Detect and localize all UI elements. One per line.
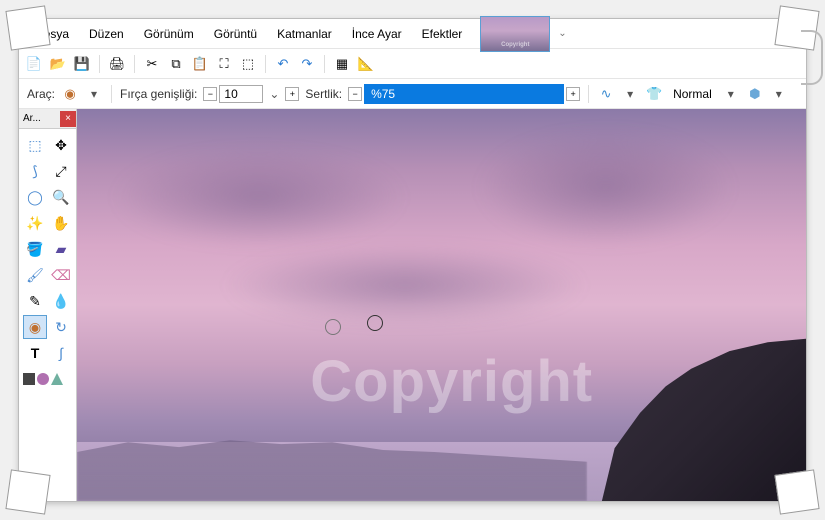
separator — [265, 55, 266, 73]
square-icon — [23, 373, 35, 385]
watermark-text: Copyright — [310, 348, 593, 415]
circle-icon — [37, 373, 49, 385]
chevron-down-icon[interactable]: ⌄ — [265, 85, 283, 103]
shapes-tool[interactable] — [19, 369, 76, 389]
increase-button[interactable]: + — [285, 87, 299, 101]
text-tool[interactable]: T — [23, 341, 47, 365]
separator — [99, 55, 100, 73]
close-icon[interactable]: × — [60, 111, 76, 127]
move-tool[interactable]: ✥ — [49, 133, 73, 157]
image-content — [113, 148, 405, 246]
hardness-stepper: − %75 + — [348, 84, 580, 104]
hardness-label: Sertlik: — [305, 87, 342, 101]
separator — [111, 85, 112, 103]
panel-title-text: Ar... — [23, 113, 41, 124]
tool-grid: ⬚ ✥ ⟆ ⤢ ◯ 🔍 ✨ ✋ 🪣 ▰ 🖌 ⌫ ✎ 💧 ◉ ↻ T ∫ — [19, 129, 76, 369]
menu-layers[interactable]: Katmanlar — [267, 23, 342, 45]
separator — [324, 55, 325, 73]
print-icon[interactable]: 🖨 — [108, 55, 126, 73]
cut-icon[interactable]: ✂ — [143, 55, 161, 73]
thumbnail-label: Copyright — [501, 42, 529, 48]
blend-mode-select[interactable]: Normal — [667, 85, 718, 103]
menu-adjust[interactable]: İnce Ayar — [342, 23, 412, 45]
menubar: Dosya Düzen Görünüm Görüntü Katmanlar İn… — [19, 19, 806, 49]
paintbrush-tool[interactable]: 🖌 — [23, 263, 47, 287]
chevron-down-icon[interactable]: ▾ — [621, 85, 639, 103]
triangle-icon — [51, 373, 63, 385]
eraser-tool[interactable]: ⌫ — [49, 263, 73, 287]
menu-view[interactable]: Görünüm — [134, 23, 204, 45]
increase-button[interactable]: + — [566, 87, 580, 101]
move-selection-tool[interactable]: ⤢ — [49, 159, 73, 183]
separator — [134, 55, 135, 73]
menu-effects[interactable]: Efektler — [412, 23, 473, 45]
more-options-icon[interactable]: ⬢ — [746, 85, 764, 103]
tool-dropdown-icon[interactable]: ▾ — [85, 85, 103, 103]
document-thumbnail[interactable]: Copyright — [480, 16, 550, 52]
chevron-down-icon[interactable]: ▾ — [770, 85, 788, 103]
magic-wand-tool[interactable]: ✨ — [23, 211, 47, 235]
undo-icon[interactable]: ↶ — [274, 55, 292, 73]
redo-icon[interactable]: ↷ — [298, 55, 316, 73]
pan-tool[interactable]: ✋ — [49, 211, 73, 235]
grid-icon[interactable]: ▦ — [333, 55, 351, 73]
lasso-tool[interactable]: ⟆ — [23, 159, 47, 183]
zoom-tool[interactable]: 🔍 — [49, 185, 73, 209]
paperclip-icon — [801, 30, 823, 85]
open-icon[interactable]: 📂 — [49, 55, 67, 73]
ellipse-select-tool[interactable]: ◯ — [23, 185, 47, 209]
blend-mode: 👕 Normal ▾ — [645, 85, 740, 103]
decorative-corner — [774, 469, 819, 514]
tools-panel: Ar... × ⬚ ✥ ⟆ ⤢ ◯ 🔍 ✨ ✋ 🪣 ▰ 🖌 ⌫ ✎ 💧 ◉ ↻ — [19, 109, 77, 501]
chevron-down-icon[interactable]: ▾ — [722, 85, 740, 103]
decorative-corner — [5, 469, 50, 514]
save-icon[interactable]: 💾 — [73, 55, 91, 73]
main-toolbar: 📄 📂 💾 🖨 ✂ ⧉ 📋 ⛶ ⬚ ↶ ↷ ▦ 📐 — [19, 49, 806, 79]
tool-options-bar: Araç: ◉ ▾ Fırça genişliği: − ⌄ + Sertlik… — [19, 79, 806, 109]
decrease-button[interactable]: − — [203, 87, 217, 101]
image-content — [478, 129, 733, 247]
canvas-area[interactable]: Copyright — [77, 109, 806, 501]
line-curve-tool[interactable]: ∫ — [49, 341, 73, 365]
gradient-tool[interactable]: ▰ — [49, 237, 73, 261]
clone-source-cursor — [325, 319, 341, 335]
hardness-input[interactable]: %75 — [364, 84, 564, 104]
chevron-down-icon[interactable]: ⌄ — [558, 28, 566, 39]
clone-target-cursor — [367, 315, 383, 331]
paste-icon[interactable]: 📋 — [191, 55, 209, 73]
panel-title: Ar... × — [19, 109, 76, 129]
blend-icon: 👕 — [645, 85, 663, 103]
menu-edit[interactable]: Düzen — [79, 23, 134, 45]
brush-width-label: Fırça genişliği: — [120, 87, 197, 101]
ruler-icon[interactable]: 📐 — [357, 55, 375, 73]
color-picker-tool[interactable]: 💧 — [49, 289, 73, 313]
brush-width-stepper: − ⌄ + — [203, 85, 299, 103]
brush-width-input[interactable] — [219, 85, 263, 103]
pencil-tool[interactable]: ✎ — [23, 289, 47, 313]
workarea: Ar... × ⬚ ✥ ⟆ ⤢ ◯ 🔍 ✨ ✋ 🪣 ▰ 🖌 ⌫ ✎ 💧 ◉ ↻ — [19, 109, 806, 501]
menu-image[interactable]: Görüntü — [204, 23, 267, 45]
current-tool-icon[interactable]: ◉ — [61, 85, 79, 103]
image-content — [223, 246, 588, 324]
clone-stamp-tool[interactable]: ◉ — [23, 315, 47, 339]
antialias-icon[interactable]: ∿ — [597, 85, 615, 103]
paint-bucket-tool[interactable]: 🪣 — [23, 237, 47, 261]
rectangle-select-tool[interactable]: ⬚ — [23, 133, 47, 157]
deselect-icon[interactable]: ⬚ — [239, 55, 257, 73]
app-window: Dosya Düzen Görünüm Görüntü Katmanlar İn… — [18, 18, 807, 502]
new-icon[interactable]: 📄 — [25, 55, 43, 73]
tool-label: Araç: — [27, 87, 55, 101]
decorative-corner — [5, 5, 50, 50]
recolor-tool[interactable]: ↻ — [49, 315, 73, 339]
separator — [588, 85, 589, 103]
decrease-button[interactable]: − — [348, 87, 362, 101]
crop-icon[interactable]: ⛶ — [215, 55, 233, 73]
copy-icon[interactable]: ⧉ — [167, 55, 185, 73]
